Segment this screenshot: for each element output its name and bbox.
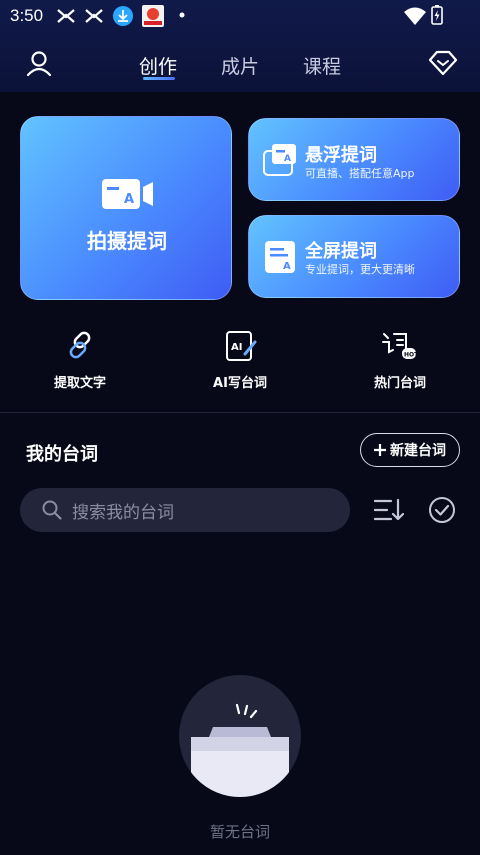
- new-script-label: 新建台词: [390, 443, 446, 459]
- wifi-icon: [404, 7, 426, 25]
- empty-state-illustration: [179, 675, 301, 797]
- extract-text-label: 提取文字: [53, 376, 106, 391]
- ai-write-icon: AI: [226, 331, 257, 361]
- app-notification-icon: [142, 5, 164, 27]
- section-divider: [0, 412, 480, 413]
- network-icon-2: [85, 9, 103, 23]
- floating-prompter-icon: A: [263, 144, 296, 176]
- download-icon: [113, 6, 133, 26]
- ai-script-label: AI写台词: [213, 376, 267, 391]
- vip-diamond-icon[interactable]: [428, 50, 458, 76]
- tab-courses[interactable]: 课程: [303, 52, 341, 79]
- tab-create[interactable]: 创作: [139, 52, 177, 79]
- camera-prompter-icon: A: [102, 179, 153, 209]
- select-check-icon[interactable]: [428, 496, 456, 524]
- svg-text:A: A: [124, 192, 134, 207]
- link-icon: [69, 331, 91, 359]
- search-placeholder: 搜索我的台词: [72, 502, 174, 523]
- svg-text:HOT: HOT: [404, 352, 418, 359]
- fullscreen-prompter-card[interactable]: A 全屏提词 专业提词，更大更清晰: [248, 215, 460, 298]
- plus-icon: [374, 444, 386, 456]
- tab-indicator: [143, 77, 175, 80]
- floating-prompter-subtitle: 可直播、搭配任意App: [305, 167, 415, 180]
- empty-tray-icon: [191, 703, 289, 797]
- floating-prompter-title: 悬浮提词: [305, 145, 377, 166]
- camera-prompter-card[interactable]: A 拍摄提词: [20, 116, 232, 300]
- profile-icon[interactable]: [25, 49, 53, 77]
- notification-dot-icon: [179, 12, 185, 18]
- status-time: 3:50: [10, 6, 44, 25]
- empty-state-text: 暂无台词: [209, 823, 270, 841]
- fullscreen-prompter-icon: A: [265, 241, 295, 273]
- status-bar: 3:50: [0, 0, 480, 32]
- fullscreen-prompter-title: 全屏提词: [305, 241, 377, 262]
- my-scripts-title: 我的台词: [26, 444, 98, 465]
- hot-scripts-icon: HOT: [382, 333, 418, 359]
- camera-prompter-title: 拍摄提词: [87, 229, 167, 253]
- top-nav: 创作 成片 课程: [0, 40, 480, 90]
- svg-text:A: A: [283, 261, 291, 272]
- script-search-input[interactable]: 搜索我的台词: [20, 488, 350, 532]
- search-icon: [42, 500, 62, 520]
- fullscreen-prompter-subtitle: 专业提词，更大更清晰: [305, 263, 415, 276]
- new-script-button[interactable]: 新建台词: [360, 433, 460, 467]
- svg-text:A: A: [284, 154, 291, 164]
- battery-icon: [431, 5, 443, 25]
- hot-scripts-label: 热门台词: [373, 376, 426, 391]
- tab-footage[interactable]: 成片: [221, 52, 259, 79]
- floating-prompter-card[interactable]: A 悬浮提词 可直播、搭配任意App: [248, 118, 460, 201]
- sort-icon[interactable]: [374, 498, 404, 522]
- network-icon: [57, 9, 75, 23]
- svg-text:AI: AI: [231, 342, 242, 353]
